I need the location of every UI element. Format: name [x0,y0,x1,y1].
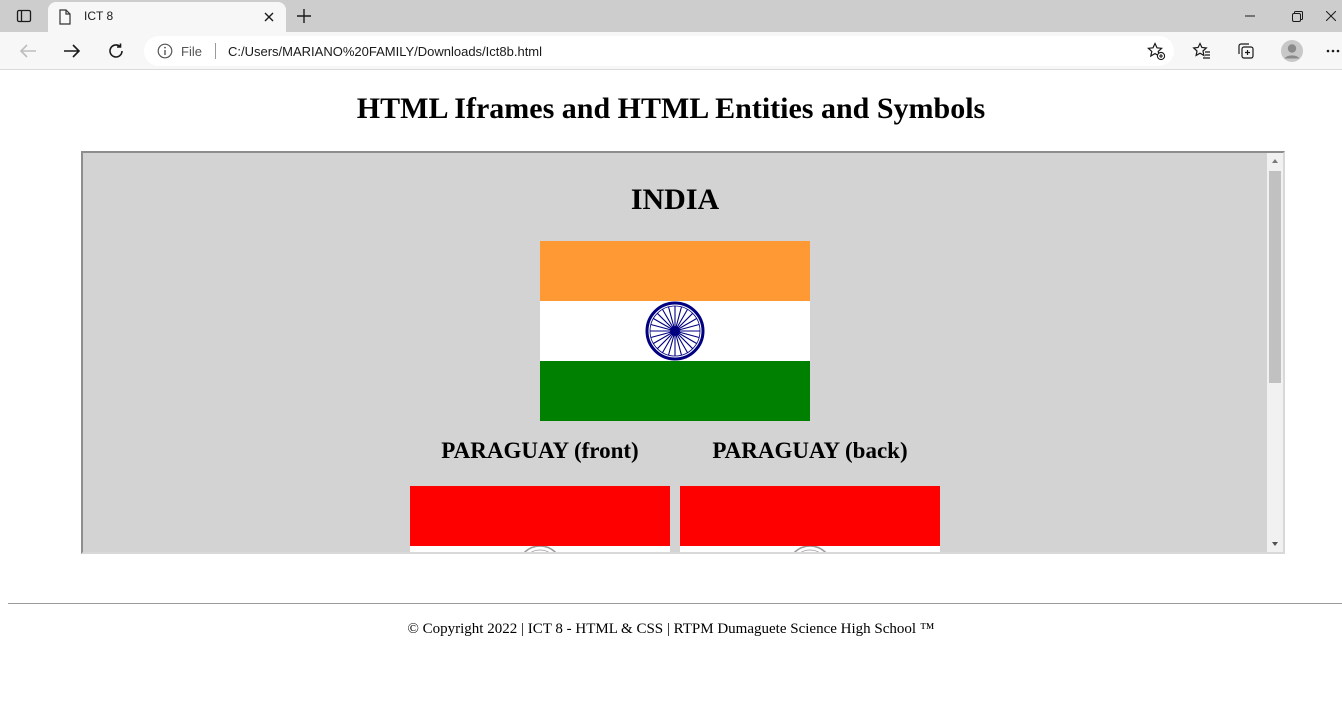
back-button[interactable] [14,37,42,65]
paraguay-back-heading: PARAGUAY (back) [712,438,908,463]
paraguay-seal-icon [523,546,557,552]
profile-button[interactable] [1279,38,1305,64]
close-icon [1326,11,1336,21]
more-button[interactable] [1324,38,1342,64]
collections-button[interactable] [1233,38,1259,64]
browser-toolbar: File C:/Users/MARIANO%20FAMILY/Downloads… [0,32,1342,70]
reload-icon [109,43,123,58]
tab-strip: ICT 8 [0,0,1342,32]
flag-red-stripe [410,486,670,546]
ashoka-chakra-icon [645,301,705,361]
horizontal-rule [8,603,1342,604]
sidebar-icon [16,9,32,23]
new-tab-button[interactable] [292,5,316,27]
profile-avatar-icon [1281,40,1303,62]
collections-icon [1238,43,1254,59]
scrollbar-thumb[interactable] [1269,171,1281,383]
tab-title: ICT 8 [84,9,114,23]
url-text[interactable]: C:/Users/MARIANO%20FAMILY/Downloads/Ict8… [228,44,542,59]
browser-tab[interactable]: ICT 8 [48,2,286,32]
back-arrow-icon [19,44,36,58]
flag-red-stripe [680,486,940,546]
page-title: HTML Iframes and HTML Entities and Symbo… [356,92,986,125]
address-bar[interactable]: File C:/Users/MARIANO%20FAMILY/Downloads… [144,36,1174,66]
paraguay-seal-icon [793,546,827,552]
restore-icon [1291,10,1303,22]
country-title: INDIA [630,183,720,216]
tab-close-button[interactable] [260,8,278,26]
paraguay-front-heading: PARAGUAY (front) [441,438,639,463]
favorites-icon [1192,42,1210,59]
forward-button[interactable] [58,37,86,65]
iframe[interactable]: INDIA PARAGUAY (front) PARAGUAY (back) [81,151,1285,554]
info-icon[interactable] [157,43,173,59]
close-icon [264,12,274,22]
reload-button[interactable] [102,37,130,65]
india-flag-image [540,241,810,421]
tab-actions-button[interactable] [8,4,40,28]
plus-icon [297,9,311,23]
iframe-scrollbar[interactable] [1267,153,1283,552]
favorite-add-icon[interactable] [1146,41,1166,61]
favorites-button[interactable] [1189,38,1215,64]
forward-arrow-icon [64,44,81,58]
minimize-button[interactable] [1230,4,1270,28]
restore-button[interactable] [1277,4,1317,28]
scroll-up-arrow-icon[interactable] [1270,157,1280,165]
minimize-icon [1245,15,1255,17]
iframe-document: INDIA PARAGUAY (front) PARAGUAY (back) [83,153,1267,552]
address-scheme-label: File [181,44,202,59]
more-icon [1326,49,1340,53]
paraguay-back-flag-image [680,486,940,552]
close-window-button[interactable] [1320,4,1342,28]
footer-copyright: © Copyright 2022 | ICT 8 - HTML & CSS | … [407,621,935,637]
document-icon [59,9,71,25]
address-separator [215,43,216,59]
scroll-down-arrow-icon[interactable] [1270,540,1280,548]
paraguay-front-flag-image [410,486,670,552]
